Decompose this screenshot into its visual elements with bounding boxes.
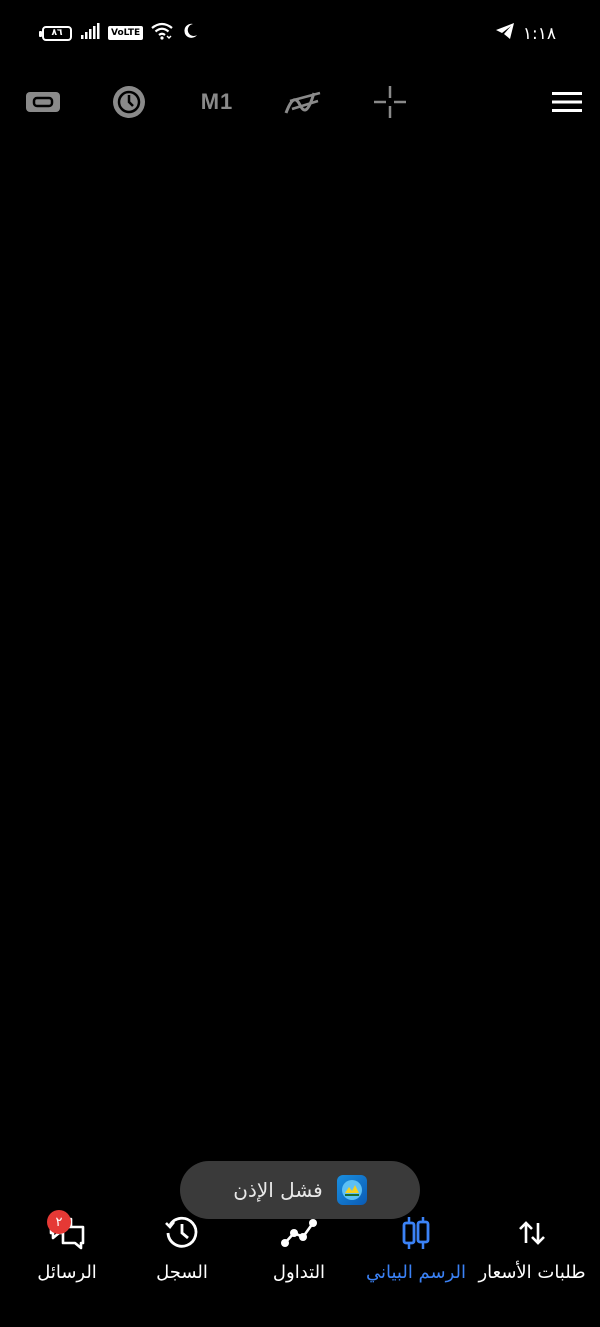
signal-icon [80, 23, 100, 43]
bottom-navigation: طلبات الأسعار الرسم البياني التداول السج… [0, 1200, 600, 1327]
volte-icon: VoLTE [108, 26, 144, 40]
chart-toolbar: M1 [0, 70, 600, 134]
nav-label-history: السجل [156, 1262, 208, 1283]
nav-item-quotes[interactable]: طلبات الأسعار [472, 1210, 592, 1300]
quotes-arrows-icon [517, 1210, 547, 1256]
trade-line-icon [280, 1210, 318, 1256]
status-time: ١:١٨ [522, 23, 556, 44]
nav-label-quotes: طلبات الأسعار [478, 1262, 586, 1283]
nav-label-messages: الرسائل [37, 1262, 97, 1283]
battery-icon: ٨٦ [39, 25, 72, 41]
nav-item-trade[interactable]: التداول [239, 1210, 359, 1300]
chart-canvas[interactable] [0, 134, 600, 1194]
candlestick-chart-icon [401, 1210, 431, 1256]
messages-badge: ٢ [47, 1210, 71, 1234]
wifi-icon [151, 22, 173, 44]
menu-icon[interactable] [544, 70, 590, 134]
messages-icon: ٢ [47, 1210, 87, 1256]
nav-label-chart: الرسم البياني [365, 1262, 467, 1283]
indicator-icon[interactable] [280, 70, 326, 134]
status-left: ٨٦ VoLTE [39, 20, 199, 46]
symbol-link-icon[interactable] [20, 70, 66, 134]
nav-item-messages[interactable]: ٢ الرسائل [7, 1210, 127, 1300]
telegram-icon [495, 22, 515, 45]
timeframe-button[interactable]: M1 [192, 70, 242, 134]
nav-item-chart[interactable]: الرسم البياني [356, 1210, 476, 1300]
status-bar: ٨٦ VoLTE ١:١٨ [0, 0, 600, 64]
battery-level: ٨٦ [51, 27, 63, 38]
toast-message: فشل الإذن [233, 1178, 323, 1202]
crosshair-icon[interactable] [367, 70, 413, 134]
status-right: ١:١٨ [495, 22, 556, 45]
nav-label-trade: التداول [272, 1262, 326, 1283]
clock-icon[interactable] [106, 70, 152, 134]
history-icon [164, 1210, 200, 1256]
moon-icon [181, 22, 199, 44]
nav-item-history[interactable]: السجل [122, 1210, 242, 1300]
